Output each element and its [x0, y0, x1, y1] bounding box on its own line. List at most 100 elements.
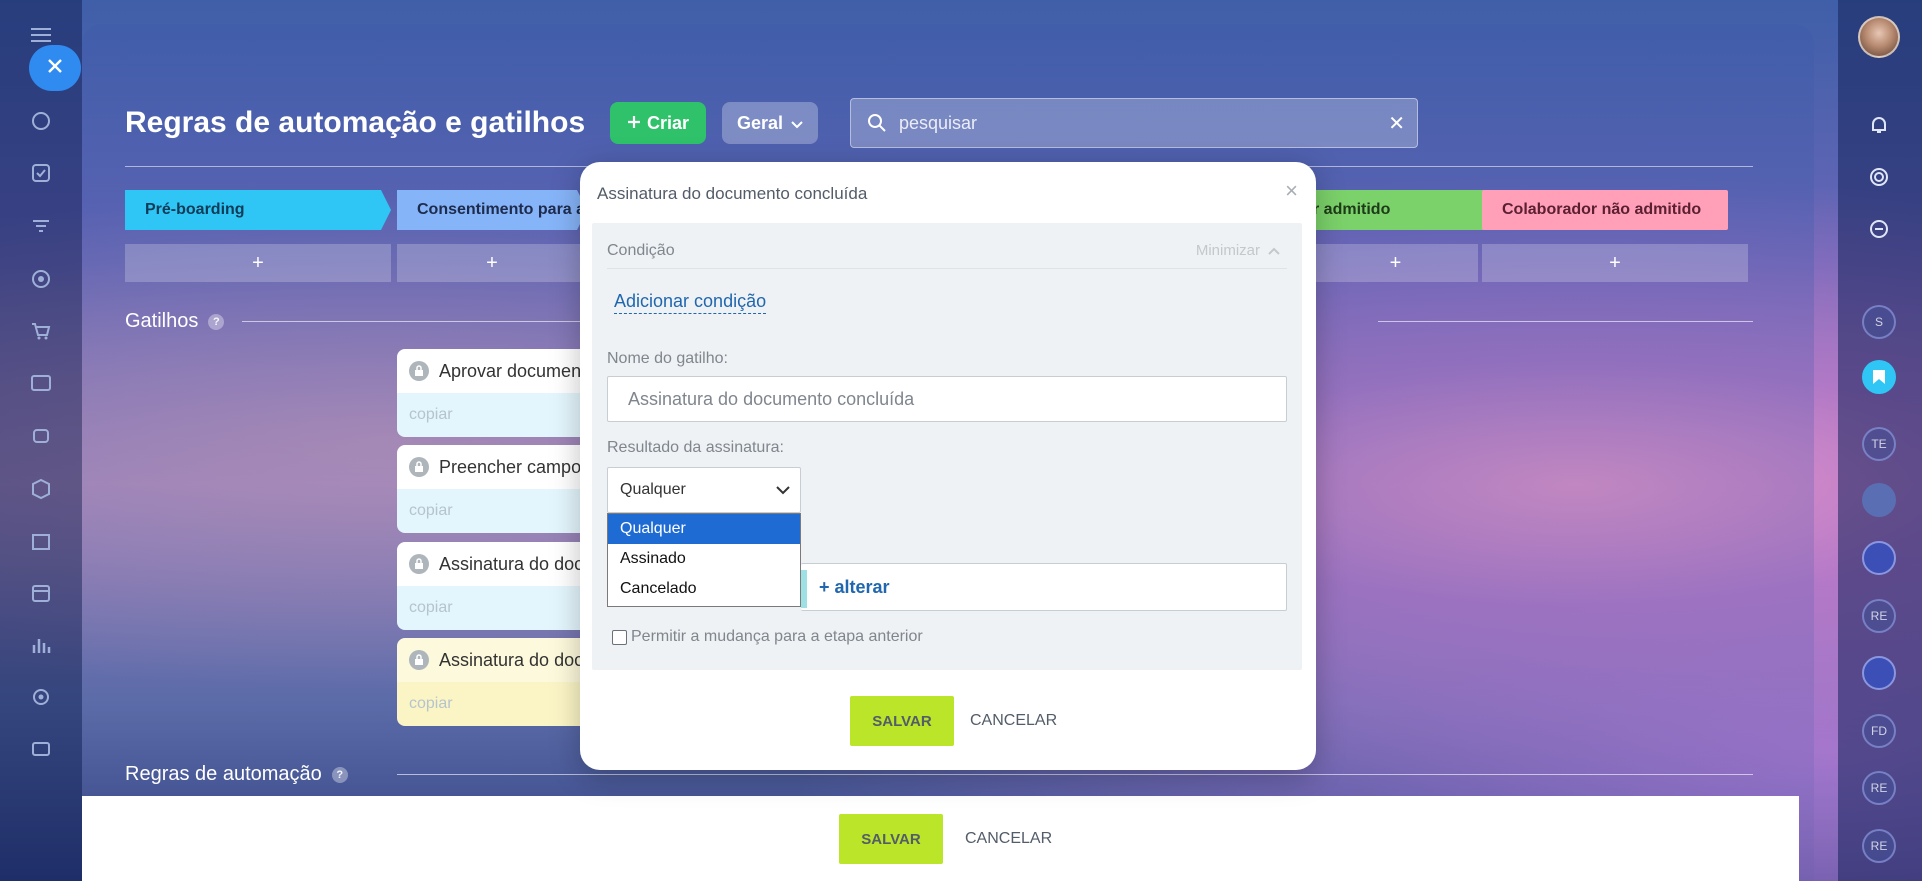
section-divider — [397, 774, 1753, 775]
search-input[interactable] — [899, 99, 1339, 147]
stage-add-button[interactable]: + — [1482, 244, 1748, 282]
option-any[interactable]: Qualquer — [608, 514, 800, 544]
allow-back-row[interactable]: Permitir a mudança para a etapa anterior — [612, 628, 923, 646]
stage-consent[interactable]: Consentimento para a — [397, 190, 587, 230]
section-divider — [1378, 321, 1753, 322]
left-rail — [0, 0, 82, 881]
lock-icon — [409, 457, 429, 477]
footer-cancel-button[interactable]: CANCELAR — [965, 830, 1052, 848]
box-icon[interactable] — [28, 476, 54, 502]
stage-not-admitted[interactable]: Colaborador não admitido — [1482, 190, 1728, 230]
search-icon — [867, 113, 887, 138]
close-icon[interactable]: × — [1285, 178, 1298, 204]
create-label: Criar — [646, 112, 690, 133]
trigger-settings-dialog: Assinatura do documento concluída × Cond… — [580, 162, 1316, 770]
stage-add-button[interactable]: + — [125, 244, 391, 282]
sites-icon[interactable] — [28, 108, 54, 134]
contact-chip[interactable]: S — [1862, 305, 1896, 339]
dialog-save-button[interactable]: SALVAR — [850, 696, 954, 746]
calendar-icon[interactable] — [28, 580, 54, 606]
copy-link[interactable]: copiar — [397, 586, 597, 630]
right-rail: S TE RE FD RE RE — [1838, 0, 1922, 881]
trigger-title: Assinatura do doc — [439, 553, 584, 574]
bell-icon[interactable] — [1862, 108, 1896, 142]
option-cancelled[interactable]: Cancelado — [608, 574, 800, 604]
copy-link[interactable]: copiar — [397, 393, 597, 437]
signature-result-select[interactable]: Qualquer — [607, 467, 801, 513]
triggers-section-title: Gatilhos ? — [125, 310, 225, 333]
accent-bar — [801, 570, 807, 608]
trigger-card[interactable]: Aprovar documen copiar — [397, 349, 597, 437]
filter-icon[interactable] — [28, 214, 54, 240]
chevron-down-icon — [791, 113, 803, 134]
copy-link[interactable]: copiar — [397, 489, 597, 533]
trigger-card[interactable]: Assinatura do doc copiar — [397, 542, 597, 630]
contact-chip[interactable]: RE — [1862, 599, 1896, 633]
stage-admitted[interactable]: r admitido — [1313, 190, 1498, 230]
general-label: Geral — [736, 112, 784, 133]
add-condition-link[interactable]: Adicionar condição — [614, 291, 767, 314]
footer-save-button[interactable]: SALVAR — [839, 814, 943, 864]
trigger-title: Preencher campos — [439, 456, 591, 477]
signature-result-options: Qualquer Assinado Cancelado — [607, 513, 801, 607]
trigger-name-label: Nome do gatilho: — [607, 350, 728, 367]
general-dropdown[interactable]: Geral — [722, 102, 818, 144]
stage-pre-boarding[interactable]: Pré-boarding — [125, 190, 391, 230]
signature-result-label: Resultado da assinatura: — [607, 439, 784, 456]
lock-icon — [409, 554, 429, 574]
stage-add-button[interactable]: + — [1313, 244, 1478, 282]
mail-icon[interactable] — [28, 736, 54, 762]
plus-icon — [627, 113, 641, 134]
contact-chip[interactable]: FD — [1862, 714, 1896, 748]
allow-back-checkbox[interactable] — [612, 629, 627, 645]
settings-icon[interactable] — [28, 684, 54, 710]
create-button[interactable]: Criar — [610, 102, 706, 144]
robot-icon[interactable] — [28, 422, 54, 448]
help-icon[interactable]: ? — [331, 766, 348, 783]
copy-link[interactable]: copiar — [397, 682, 597, 726]
building-icon[interactable] — [28, 528, 54, 554]
avatar[interactable] — [1862, 483, 1896, 517]
condition-divider — [607, 268, 1287, 269]
search-bar: ✕ — [850, 98, 1418, 148]
chart-icon[interactable] — [28, 632, 54, 658]
sync-chat-icon[interactable] — [1862, 212, 1896, 246]
contact-chip[interactable]: RE — [1862, 771, 1896, 805]
automation-section-title: Regras de automação ? — [125, 763, 348, 786]
group-icon[interactable] — [1862, 541, 1896, 575]
tasks-icon[interactable] — [28, 160, 54, 186]
close-slider-button[interactable] — [29, 45, 81, 91]
lock-icon — [409, 361, 429, 381]
group-icon[interactable] — [1862, 656, 1896, 690]
change-target-box: + alterar — [801, 563, 1287, 611]
dialog-body: Condição Minimizar Adicionar condição No… — [592, 223, 1302, 670]
user-avatar[interactable] — [1858, 16, 1900, 58]
bookmark-icon[interactable] — [1862, 360, 1896, 394]
stage-add-button[interactable]: + — [397, 244, 587, 282]
option-signed[interactable]: Assinado — [608, 544, 800, 574]
dialog-cancel-button[interactable]: CANCELAR — [970, 712, 1057, 730]
clear-search-icon[interactable]: ✕ — [1388, 111, 1405, 136]
id-card-icon[interactable] — [28, 370, 54, 396]
chevron-up-icon — [1268, 242, 1280, 259]
contact-chip[interactable]: RE — [1862, 829, 1896, 863]
trigger-card-active[interactable]: Assinatura do doc copiar — [397, 638, 597, 726]
help-icon[interactable]: ? — [208, 313, 225, 330]
allow-back-label: Permitir a mudança para a etapa anterior — [631, 628, 923, 645]
chevron-down-icon — [776, 482, 790, 500]
trigger-card[interactable]: Preencher campos copiar — [397, 445, 597, 533]
minimize-toggle[interactable]: Minimizar — [1196, 242, 1280, 259]
section-divider — [242, 321, 582, 322]
close-icon — [47, 58, 63, 79]
dialog-title: Assinatura do documento concluída — [597, 184, 868, 203]
target-icon[interactable] — [1862, 160, 1896, 194]
contact-chip[interactable]: TE — [1862, 427, 1896, 461]
cart-icon[interactable] — [28, 318, 54, 344]
target-icon[interactable] — [28, 266, 54, 292]
trigger-name-input[interactable] — [607, 376, 1287, 422]
page-title: Regras de automação e gatilhos — [125, 106, 586, 139]
trigger-title: Assinatura do doc — [439, 649, 584, 670]
change-link[interactable]: + alterar — [819, 577, 890, 598]
lock-icon — [409, 650, 429, 670]
footer-bar: SALVAR CANCELAR — [82, 796, 1799, 881]
